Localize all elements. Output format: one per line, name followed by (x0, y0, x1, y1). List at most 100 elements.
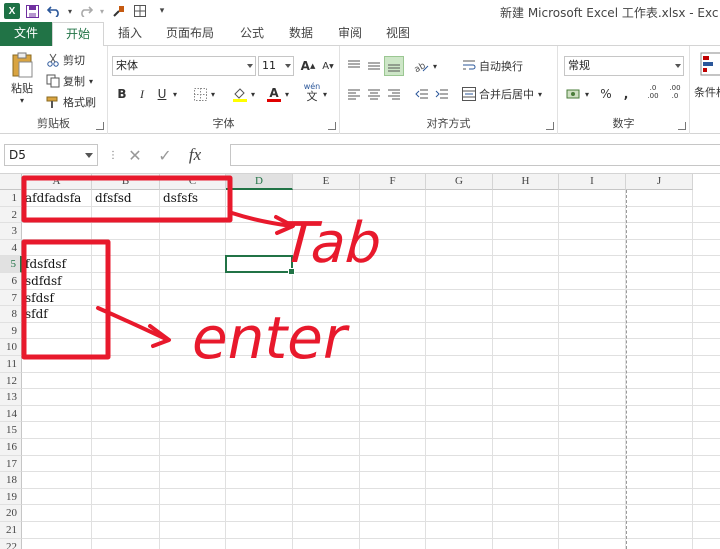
italic-button[interactable]: I (132, 84, 152, 104)
alignment-launcher-icon[interactable] (546, 122, 554, 130)
formula-options-icon[interactable]: ⋮ (106, 150, 120, 161)
borders-button[interactable] (190, 84, 210, 104)
phonetic-dropdown-icon[interactable]: ▾ (320, 84, 330, 104)
bold-button[interactable]: B (112, 84, 132, 104)
row-header-16[interactable]: 16 (0, 439, 22, 456)
comma-button[interactable]: , (616, 84, 636, 104)
merge-center-button[interactable]: 合并后居中 ▾ (462, 86, 542, 102)
row-header-10[interactable]: 10 (0, 339, 22, 356)
enter-icon[interactable]: ✓ (150, 146, 180, 165)
cut-button[interactable]: 剪切 (46, 52, 85, 68)
tab-insert[interactable]: 插入 (110, 22, 150, 46)
tab-home[interactable]: 开始 (52, 22, 104, 47)
shrink-font-button[interactable]: A ▼ (318, 56, 338, 76)
row-header-19[interactable]: 19 (0, 488, 22, 506)
row-header-2[interactable]: 2 (0, 206, 22, 224)
row-header-22[interactable]: 22 (0, 538, 22, 549)
align-middle-button[interactable] (364, 56, 384, 76)
cancel-icon[interactable]: ✕ (120, 146, 150, 165)
cell-a1[interactable]: afdfadsfa (22, 190, 81, 206)
row-header-18[interactable]: 18 (0, 472, 22, 489)
column-header-h[interactable]: H (493, 174, 559, 190)
selected-cell-outline[interactable] (225, 255, 295, 275)
column-header-e[interactable]: E (293, 174, 360, 190)
column-header-d[interactable]: D (226, 174, 293, 190)
phonetic-button[interactable]: wén 文 (302, 82, 322, 102)
undo-dropdown-icon[interactable]: ▾ (66, 2, 74, 20)
font-launcher-icon[interactable] (328, 122, 336, 130)
increase-indent-button[interactable] (432, 84, 452, 104)
row-header-9[interactable]: 9 (0, 322, 22, 340)
row-header-11[interactable]: 11 (0, 356, 22, 373)
row-header-21[interactable]: 21 (0, 522, 22, 539)
font-size-select[interactable]: 11 (258, 56, 294, 76)
font-name-select[interactable]: 宋体 (112, 56, 256, 76)
paste-dropdown-icon[interactable]: ▾ (20, 96, 24, 105)
column-header-b[interactable]: B (92, 174, 160, 190)
table-border-icon[interactable] (130, 2, 150, 20)
orientation-button[interactable]: ab (412, 56, 432, 76)
tab-file[interactable]: 文件 (0, 22, 52, 46)
align-top-button[interactable] (344, 56, 364, 76)
tab-data[interactable]: 数据 (281, 22, 321, 46)
cell-b1[interactable]: dfsfsd (92, 190, 132, 206)
align-left-button[interactable] (344, 84, 364, 104)
tab-formulas[interactable]: 公式 (232, 22, 272, 46)
row-header-4[interactable]: 4 (0, 239, 22, 257)
insert-function-icon[interactable]: fx (180, 145, 210, 165)
column-header-g[interactable]: G (426, 174, 493, 190)
cell-a5[interactable]: fdsfdsf (22, 256, 66, 272)
row-header-6[interactable]: 6 (0, 273, 22, 290)
row-header-3[interactable]: 3 (0, 223, 22, 240)
cell-a6[interactable]: sdfdsf (22, 273, 62, 289)
font-color-button[interactable]: A (264, 84, 284, 104)
save-icon[interactable] (22, 2, 42, 20)
column-header-f[interactable]: F (360, 174, 426, 190)
row-header-12[interactable]: 12 (0, 372, 22, 390)
row-header-1[interactable]: 1 (0, 190, 22, 207)
borders-dropdown-icon[interactable]: ▾ (208, 84, 218, 104)
format-painter-button[interactable]: 格式刷 (46, 94, 96, 110)
column-header-i[interactable]: I (559, 174, 626, 190)
wrap-text-button[interactable]: 自动换行 (462, 58, 523, 74)
row-header-17[interactable]: 17 (0, 455, 22, 473)
cell-a7[interactable]: sfdsf (22, 290, 54, 306)
grow-font-button[interactable]: A ▲ (298, 56, 318, 76)
align-center-button[interactable] (364, 84, 384, 104)
conditional-formatting-button[interactable]: 条件格 (694, 52, 720, 100)
decrease-indent-button[interactable] (412, 84, 432, 104)
increase-decimal-button[interactable]: .0 .00 (642, 82, 664, 102)
cell-c1[interactable]: dsfsfs (160, 190, 198, 206)
paste-button[interactable]: 粘贴 ▾ (8, 52, 36, 105)
number-format-select[interactable]: 常规 (564, 56, 684, 76)
column-header-c[interactable]: C (160, 174, 226, 190)
redo-dropdown-icon[interactable]: ▾ (98, 2, 106, 20)
percent-button[interactable]: % (596, 84, 616, 104)
name-box-dropdown-icon[interactable] (85, 153, 93, 158)
fill-color-button[interactable] (230, 84, 250, 104)
copy-button[interactable]: 复制 ▾ (46, 73, 93, 89)
accounting-dropdown-icon[interactable]: ▾ (582, 84, 592, 104)
fill-color-dropdown-icon[interactable]: ▾ (248, 84, 258, 104)
font-color-dropdown-icon[interactable]: ▾ (282, 84, 292, 104)
number-launcher-icon[interactable] (678, 122, 686, 130)
clipboard-launcher-icon[interactable] (96, 122, 104, 130)
tab-view[interactable]: 视图 (378, 22, 418, 46)
row-header-15[interactable]: 15 (0, 422, 22, 439)
align-bottom-button[interactable] (384, 56, 404, 76)
copy-dropdown-icon[interactable]: ▾ (89, 77, 93, 86)
row-header-20[interactable]: 20 (0, 505, 22, 522)
row-header-13[interactable]: 13 (0, 389, 22, 406)
row-header-14[interactable]: 14 (0, 405, 22, 423)
redo-icon[interactable] (76, 2, 96, 20)
formula-input[interactable] (230, 144, 720, 166)
underline-dropdown-icon[interactable]: ▾ (170, 84, 180, 104)
cell-a8[interactable]: sfdf (22, 306, 48, 322)
row-header-7[interactable]: 7 (0, 289, 22, 307)
tab-page-layout[interactable]: 页面布局 (160, 22, 220, 46)
select-all-corner[interactable] (0, 174, 22, 190)
align-right-button[interactable] (384, 84, 404, 104)
customize-qat-icon[interactable]: ▾ (152, 2, 172, 20)
orientation-dropdown-icon[interactable]: ▾ (430, 56, 440, 76)
row-header-5[interactable]: 5 (0, 256, 22, 273)
